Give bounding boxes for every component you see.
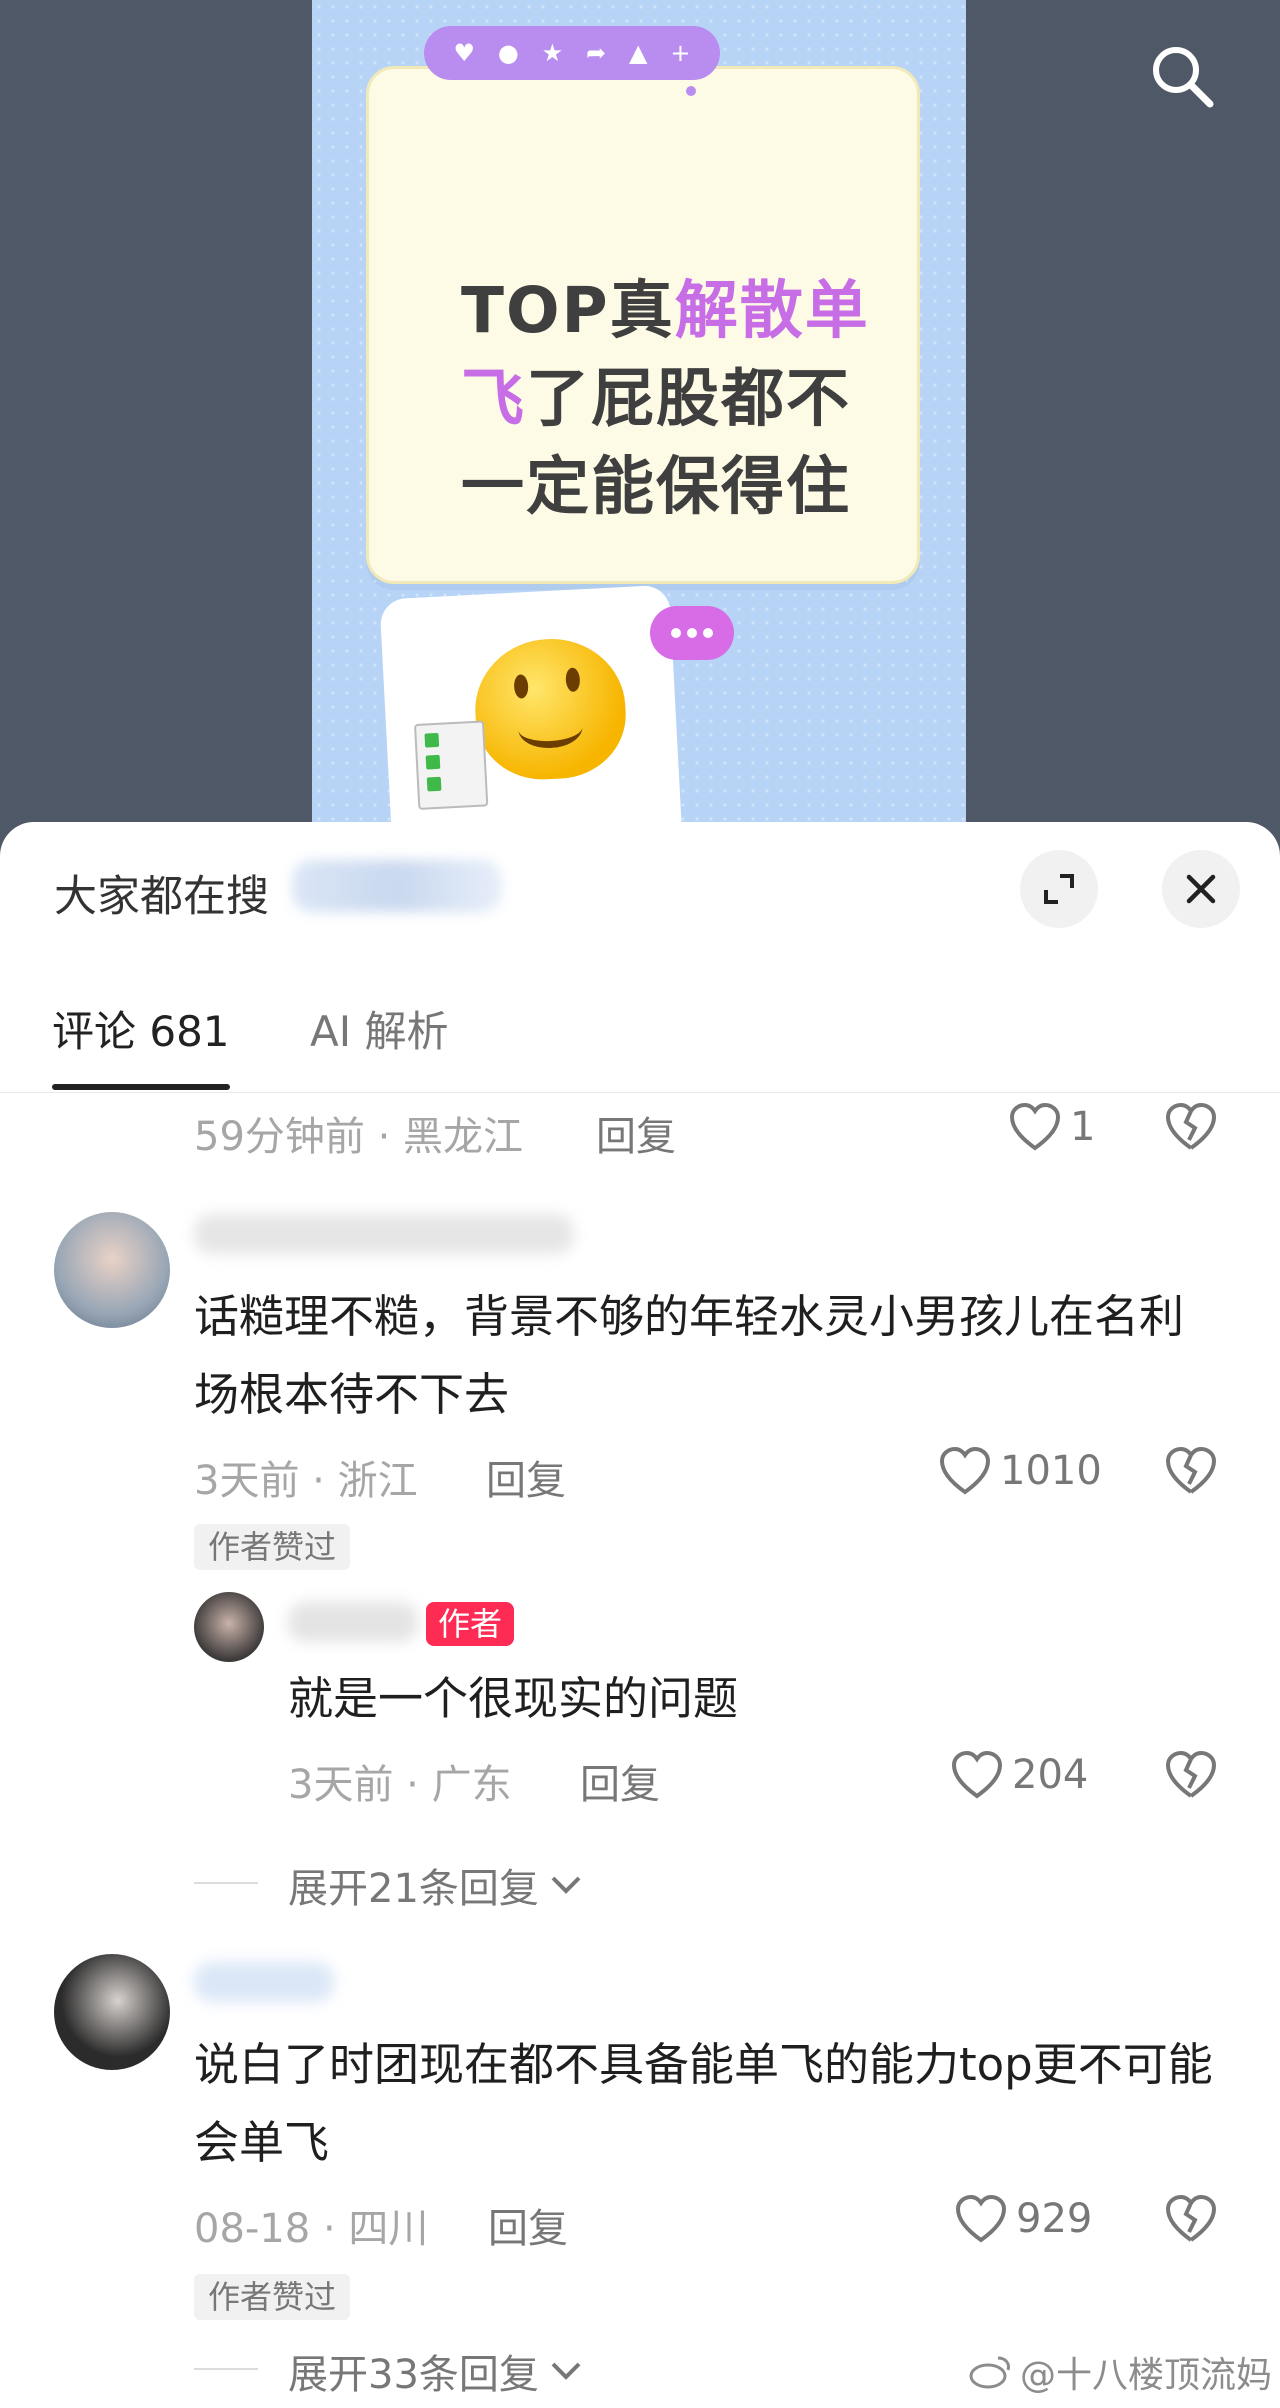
video-player[interactable]: TOP真解散单 飞了屁股都不 一定能保得住 ♥ ● ★ ➦ ▲ + [0,0,1280,860]
reply-button[interactable]: 回复 [580,1752,660,1810]
chevron-down-icon [551,1876,581,1894]
like-button[interactable]: 1010 [938,1446,1102,1496]
checklist-icon [413,720,489,811]
comment-meta: 08-18 · 四川 [194,2206,429,2252]
expand-icon [1044,874,1074,904]
reply-button[interactable]: 回复 [486,1448,566,1506]
comment-text: 话糙理不糙，背景不够的年轻水灵小男孩儿在名利场根本待不下去 [194,1290,1185,1421]
comment-meta: 3天前 · 浙江 [194,1458,418,1504]
emoji-card [379,584,683,860]
comment-text: 说白了时团现在都不具备能单飞的能力top更不可能会单飞 [194,2038,1213,2169]
broken-heart-icon [1165,1446,1217,1494]
like-count: 1 [1070,1104,1096,1150]
share-icon: ➦ [586,39,607,67]
reply-meta: 3天前 · 广东 [288,1762,512,1808]
comment-meta: 59分钟前 · 黑龙江 [194,1114,524,1160]
expand-replies-button[interactable]: 展开33条回复 [288,2342,583,2400]
close-button[interactable] [1162,850,1240,928]
like-button[interactable]: 929 [954,2194,1092,2244]
author-badge: 作者 [426,1602,515,1646]
reply-text: 就是一个很现实的问题 [288,1672,739,1725]
like-button[interactable]: 204 [950,1750,1088,1800]
expand-replies-button[interactable]: 展开21条回复 [288,1856,583,1914]
close-icon [1186,874,1216,904]
like-button[interactable]: 1 [1008,1102,1095,1152]
heart-icon [951,1750,1003,1799]
broken-heart-icon [1165,2194,1217,2242]
heart-icon: ♥ [453,39,475,67]
expand-button[interactable] [1020,850,1098,928]
dislike-button[interactable] [1164,2194,1218,2248]
chat-bubble-icon [650,606,734,660]
heart-icon [955,2194,1007,2243]
melting-face-emoji [471,635,629,783]
author-liked-badge: 作者赞过 [194,1524,351,1570]
dislike-button[interactable] [1164,1446,1218,1500]
blurred-search-term[interactable] [292,860,502,912]
blurred-username[interactable] [288,1602,418,1642]
plus-icon: + [670,39,691,67]
star-icon: ★ [541,39,564,67]
like-count: 1010 [1000,1448,1102,1494]
tab-comments[interactable]: 评论 681 [52,982,230,1082]
poster-headline: TOP真解散单 飞了屁股都不 一定能保得住 [461,274,870,523]
avatar[interactable] [54,1954,170,2070]
dislike-button[interactable] [1164,1750,1218,1804]
like-count: 929 [1016,2196,1093,2242]
author-liked-badge: 作者赞过 [194,2274,351,2320]
broken-heart-icon [1165,1750,1217,1798]
search-suggestion[interactable]: 大家都在搜 [54,862,269,924]
search-icon [1153,47,1214,108]
reply-button[interactable]: 回复 [488,2196,568,2254]
blurred-username[interactable] [194,1214,574,1254]
chevron-down-icon [551,2362,581,2380]
search-button[interactable] [1146,40,1216,110]
heart-icon [1009,1102,1061,1151]
thumb-icon: ▲ [629,39,648,67]
avatar[interactable] [54,1212,170,1328]
comment-sheet: 大家都在搜 评论 681 AI 解析 59分钟前 · 黑龙江 回复 1 话糙理不… [0,822,1280,2408]
comment-tabs: 评论 681 AI 解析 [0,982,1280,1093]
video-poster: TOP真解散单 飞了屁股都不 一定能保得住 ♥ ● ★ ➦ ▲ + [312,0,966,860]
dislike-button[interactable] [1164,1102,1218,1156]
active-tab-indicator [52,1084,230,1090]
weibo-icon [969,2356,1010,2389]
heart-icon [939,1446,991,1495]
tab-ai-analysis[interactable]: AI 解析 [310,982,448,1082]
poster-icon-pill: ♥ ● ★ ➦ ▲ + [424,26,720,80]
weibo-watermark: @十八楼顶流妈 [968,2346,1272,2398]
poster-speech-bubble: TOP真解散单 飞了屁股都不 一定能保得住 [366,66,920,663]
like-count: 204 [1012,1752,1089,1798]
broken-heart-icon [1165,1102,1217,1150]
reply-button[interactable]: 回复 [596,1104,676,1162]
blurred-username[interactable] [194,1962,334,2002]
avatar[interactable] [194,1592,264,1662]
chat-icon: ● [497,39,519,67]
